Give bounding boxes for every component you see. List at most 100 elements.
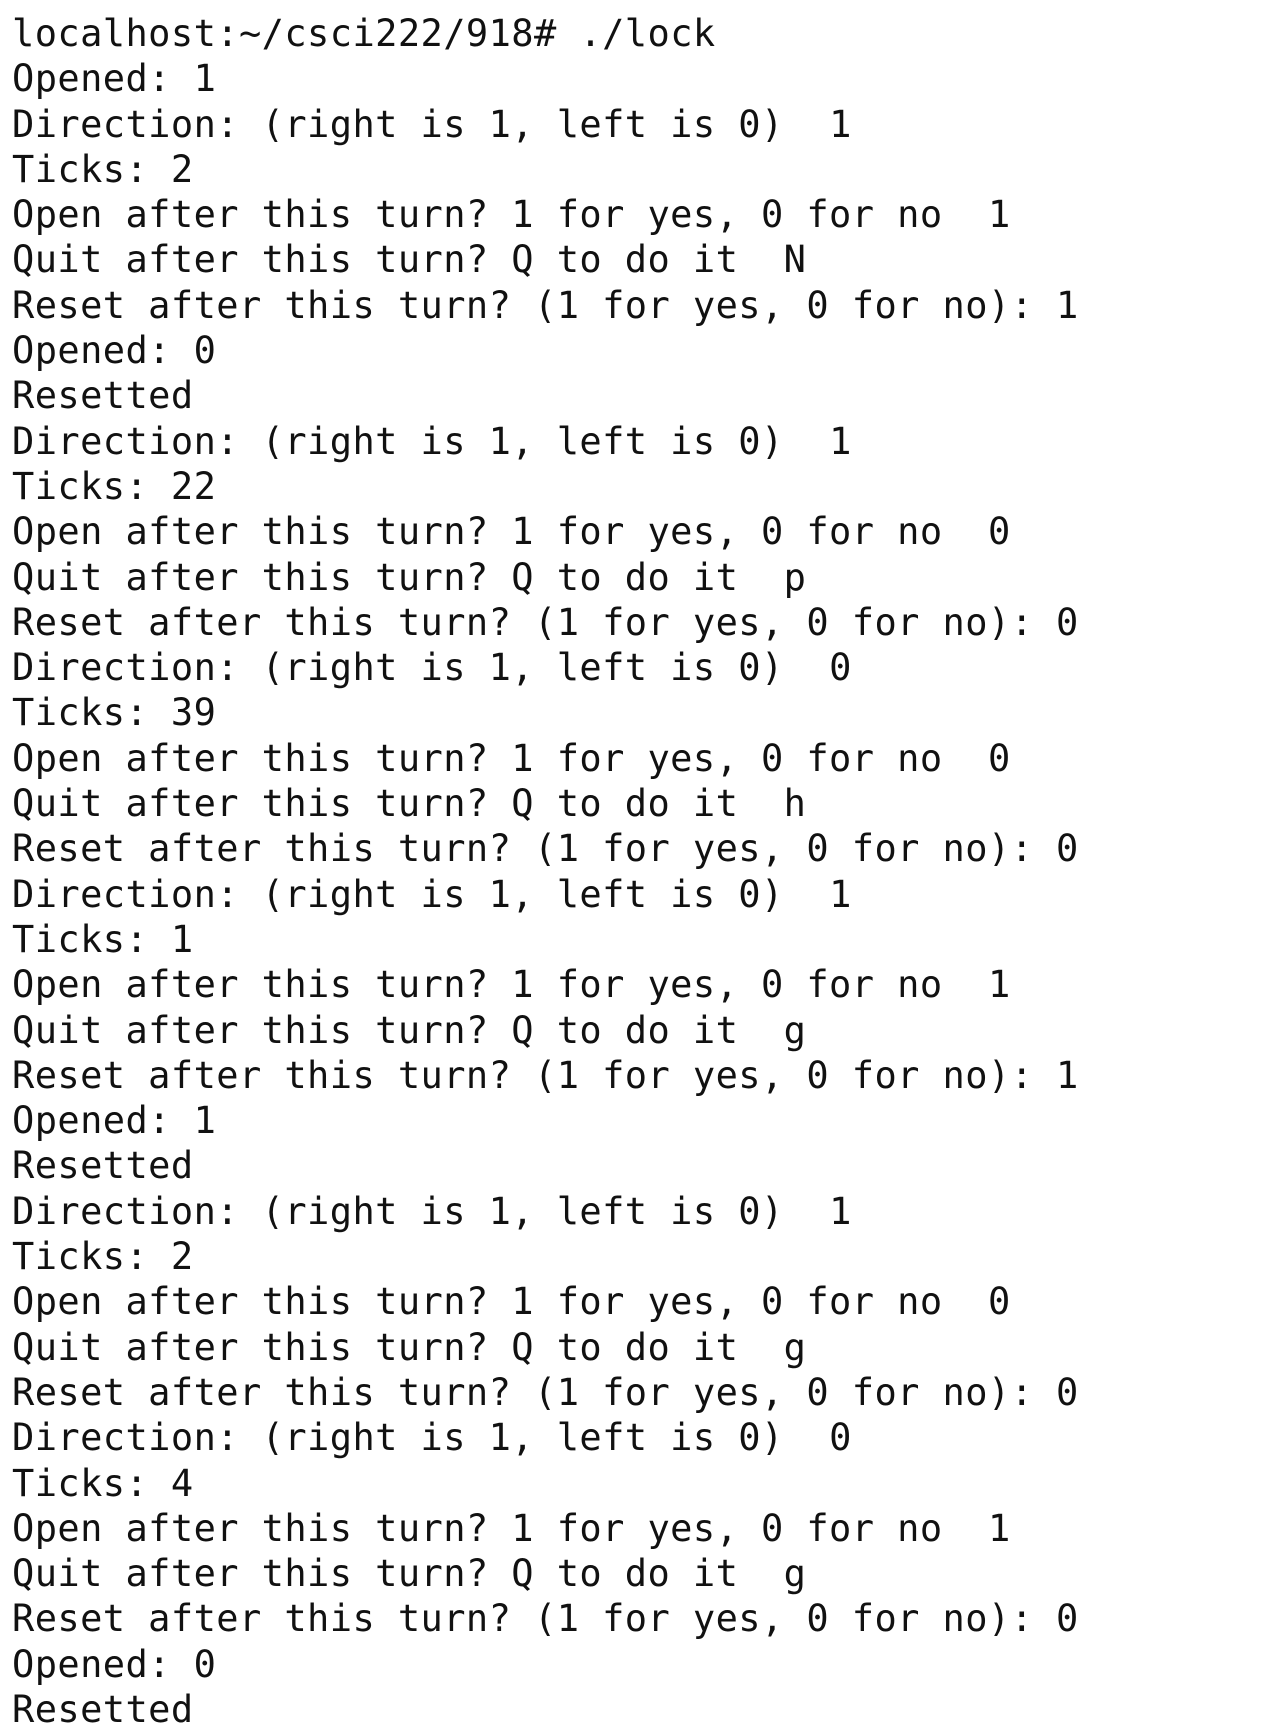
output-line: Quit after this turn? Q to do it p — [12, 555, 1284, 600]
output-line-value: 1 — [987, 193, 1011, 237]
output-line: Direction: (right is 1, left is 0) 1 — [12, 102, 1284, 147]
output-line: Open after this turn? 1 for yes, 0 for n… — [12, 962, 1284, 1007]
output-line-label: Open after this turn? 1 for yes, 0 for n… — [12, 736, 988, 780]
output-line: Resetted — [12, 373, 1284, 418]
output-line-value: 2 — [170, 1235, 194, 1279]
output-line-value: 1 — [193, 1099, 217, 1143]
output-line: Ticks: 39 — [12, 690, 1284, 735]
output-line-label: Direction: (right is 1, left is 0) — [12, 1189, 830, 1233]
output-line-value: 2 — [170, 147, 194, 191]
output-line-label: Reset after this turn? (1 for yes, 0 for… — [12, 283, 1057, 327]
output-line: Open after this turn? 1 for yes, 0 for n… — [12, 1279, 1284, 1324]
output-line-label: Open after this turn? 1 for yes, 0 for n… — [12, 1280, 988, 1324]
output-line-value: 1 — [1056, 283, 1079, 327]
output-line: Ticks: 22 — [12, 464, 1284, 509]
output-line-value: 22 — [170, 464, 217, 508]
output-line-value: 1 — [829, 872, 852, 916]
output-line-label: Direction: (right is 1, left is 0) — [12, 102, 830, 146]
output-line: Reset after this turn? (1 for yes, 0 for… — [12, 1596, 1284, 1641]
output-line-label: Ticks: — [12, 1235, 171, 1279]
output-line-label: Quit after this turn? Q to do it — [12, 238, 784, 282]
output-line-value: 4 — [170, 1461, 194, 1505]
output-line: Reset after this turn? (1 for yes, 0 for… — [12, 826, 1284, 871]
output-line: Direction: (right is 1, left is 0) 1 — [12, 872, 1284, 917]
output-line: Ticks: 2 — [12, 1234, 1284, 1279]
output-line: Open after this turn? 1 for yes, 0 for n… — [12, 509, 1284, 554]
output-line-label: Quit after this turn? Q to do it — [12, 555, 784, 599]
output-line-value: 0 — [829, 1416, 852, 1460]
output-line-label: Opened: — [12, 57, 194, 101]
prompt-host-path: localhost:~/csci222/918# — [12, 12, 557, 55]
output-line-label: Reset after this turn? (1 for yes, 0 for… — [12, 600, 1057, 644]
output-line: Direction: (right is 1, left is 0) 1 — [12, 1189, 1284, 1234]
terminal-window[interactable]: localhost:~/csci222/918# ./lock Opened: … — [0, 0, 1284, 1732]
output-line-value: 1 — [829, 419, 852, 463]
output-line: Resetted — [12, 1687, 1284, 1732]
prompt-line: localhost:~/csci222/918# ./lock — [12, 11, 1284, 56]
output-line: Reset after this turn? (1 for yes, 0 for… — [12, 283, 1284, 328]
output-line-label: Reset after this turn? (1 for yes, 0 for… — [12, 1053, 1057, 1097]
output-line-label: Quit after this turn? Q to do it — [12, 782, 784, 826]
output-line: Quit after this turn? Q to do it g — [12, 1008, 1284, 1053]
output-line-label: Resetted — [12, 1144, 194, 1188]
output-line: Quit after this turn? Q to do it g — [12, 1325, 1284, 1370]
output-line-value: 0 — [193, 329, 217, 373]
output-line-label: Ticks: — [12, 1461, 171, 1505]
output-line: Ticks: 4 — [12, 1461, 1284, 1506]
output-line: Direction: (right is 1, left is 0) 0 — [12, 645, 1284, 690]
output-line-label: Open after this turn? 1 for yes, 0 for n… — [12, 1506, 988, 1550]
output-line-value: 0 — [987, 1280, 1011, 1324]
output-line-label: Direction: (right is 1, left is 0) — [12, 419, 830, 463]
output-line-label: Opened: — [12, 329, 194, 373]
output-line: Opened: 1 — [12, 56, 1284, 101]
output-line-value: 39 — [170, 691, 217, 735]
output-line-label: Open after this turn? 1 for yes, 0 for n… — [12, 963, 988, 1007]
output-line-label: Direction: (right is 1, left is 0) — [12, 1416, 830, 1460]
output-line: Opened: 0 — [12, 328, 1284, 373]
output-line-value: 1 — [987, 963, 1011, 1007]
output-line: Direction: (right is 1, left is 0) 0 — [12, 1415, 1284, 1460]
output-line-value: 1 — [829, 102, 852, 146]
output-line-value: p — [783, 555, 807, 599]
output-line-value: 0 — [1056, 1597, 1079, 1641]
output-line-value: g — [783, 1552, 807, 1596]
output-line-value: 1 — [193, 57, 217, 101]
output-line: Ticks: 2 — [12, 147, 1284, 192]
prompt-command: ./lock — [579, 12, 716, 55]
output-line: Open after this turn? 1 for yes, 0 for n… — [12, 192, 1284, 237]
output-line: Quit after this turn? Q to do it N — [12, 237, 1284, 282]
output-line-label: Direction: (right is 1, left is 0) — [12, 872, 830, 916]
output-line-label: Opened: — [12, 1642, 194, 1686]
terminal-output: Opened: 1 Direction: (right is 1, left is… — [12, 56, 1284, 1732]
output-line-label: Open after this turn? 1 for yes, 0 for n… — [12, 510, 988, 554]
output-line-label: Resetted — [12, 1687, 194, 1731]
output-line-label: Direction: (right is 1, left is 0) — [12, 646, 830, 690]
output-line-value: h — [783, 782, 807, 826]
output-line-value: 0 — [987, 736, 1011, 780]
output-line: Opened: 1 — [12, 1098, 1284, 1143]
output-line-value: 1 — [170, 917, 194, 961]
output-line: Open after this turn? 1 for yes, 0 for n… — [12, 1506, 1284, 1551]
output-line: Quit after this turn? Q to do it h — [12, 781, 1284, 826]
output-line: Ticks: 1 — [12, 917, 1284, 962]
output-line-label: Open after this turn? 1 for yes, 0 for n… — [12, 193, 988, 237]
output-line: Opened: 0 — [12, 1642, 1284, 1687]
output-line-label: Resetted — [12, 374, 194, 418]
output-line: Reset after this turn? (1 for yes, 0 for… — [12, 600, 1284, 645]
output-line: Open after this turn? 1 for yes, 0 for n… — [12, 736, 1284, 781]
output-line-value: 0 — [193, 1642, 217, 1686]
output-line-value: 0 — [1056, 827, 1079, 871]
output-line-value: 0 — [1056, 600, 1079, 644]
output-line-label: Ticks: — [12, 691, 171, 735]
output-line-label: Quit after this turn? Q to do it — [12, 1552, 784, 1596]
output-line-label: Quit after this turn? Q to do it — [12, 1008, 784, 1052]
output-line-value: 0 — [1056, 1370, 1079, 1414]
output-line-label: Opened: — [12, 1099, 194, 1143]
output-line-label: Ticks: — [12, 464, 171, 508]
output-line-value: g — [783, 1325, 807, 1369]
output-line-label: Reset after this turn? (1 for yes, 0 for… — [12, 1597, 1057, 1641]
output-line: Quit after this turn? Q to do it g — [12, 1551, 1284, 1596]
output-line-label: Reset after this turn? (1 for yes, 0 for… — [12, 827, 1057, 871]
output-line: Direction: (right is 1, left is 0) 1 — [12, 419, 1284, 464]
output-line: Reset after this turn? (1 for yes, 0 for… — [12, 1053, 1284, 1098]
